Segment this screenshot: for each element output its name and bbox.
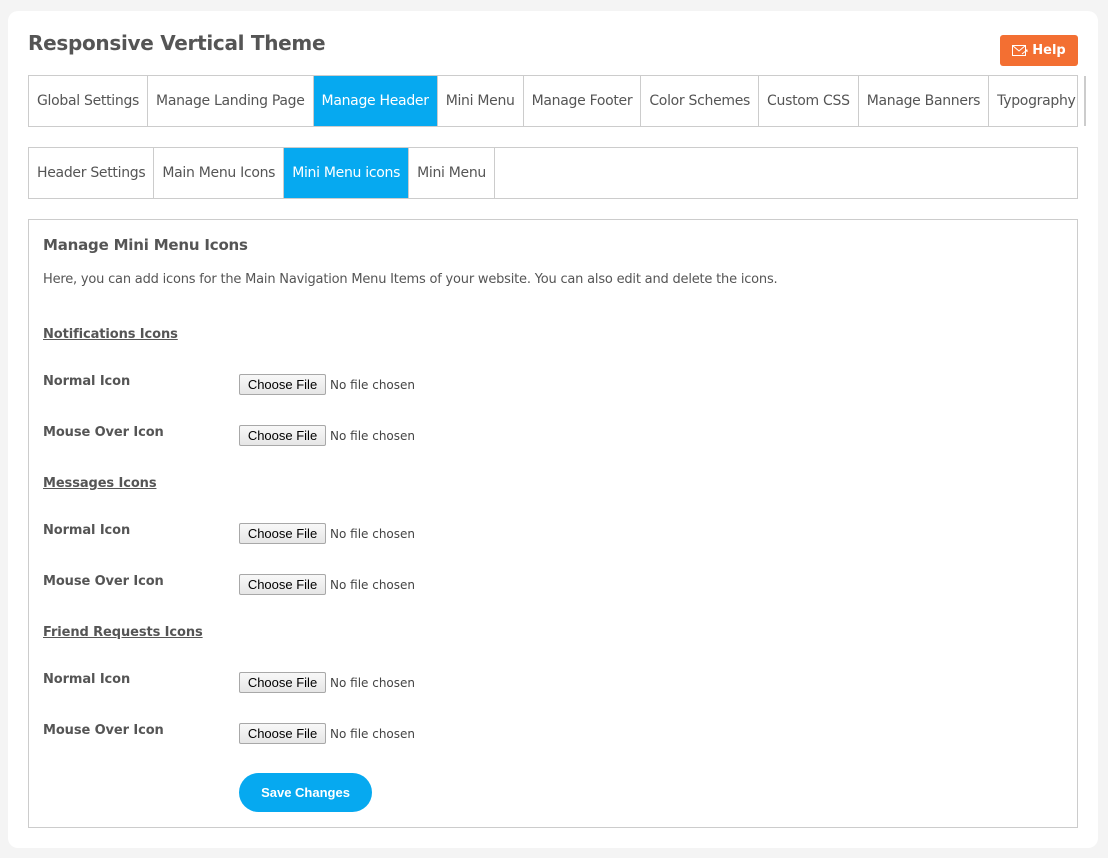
- messages-normal-icon-input[interactable]: Choose File No file chosen: [239, 523, 415, 544]
- tab-color-schemes[interactable]: Color Schemes: [641, 76, 760, 126]
- tab-custom-css[interactable]: Custom CSS: [759, 76, 859, 126]
- save-changes-button[interactable]: Save Changes: [239, 773, 372, 812]
- tab-global-settings[interactable]: Global Settings: [29, 76, 149, 126]
- tab-typography[interactable]: Typography: [989, 76, 1085, 126]
- choose-file-button[interactable]: Choose File: [239, 374, 326, 395]
- tab-manage-footer[interactable]: Manage Footer: [524, 76, 642, 126]
- file-status: No file chosen: [330, 726, 416, 741]
- subtab-mini-menu-icons[interactable]: Mini Menu icons: [284, 148, 410, 198]
- page-title: Responsive Vertical Theme: [28, 31, 326, 55]
- settings-card: Responsive Vertical Theme Help Global Se…: [8, 11, 1098, 848]
- section-heading-friend-requests: Friend Requests Icons: [43, 625, 203, 640]
- sub-tabs: Header Settings Main Menu Icons Mini Men…: [28, 147, 1078, 199]
- tab-manage-banners[interactable]: Manage Banners: [859, 76, 990, 126]
- help-button[interactable]: Help: [1000, 35, 1078, 66]
- file-status: No file chosen: [330, 675, 416, 690]
- panel-description: Here, you can add icons for the Main Nav…: [43, 272, 778, 287]
- subtab-mini-menu[interactable]: Mini Menu: [409, 148, 495, 198]
- tab-manage-landing-page[interactable]: Manage Landing Page: [148, 76, 314, 126]
- messages-mouseover-icon-input[interactable]: Choose File No file chosen: [239, 574, 415, 595]
- field-label: Normal Icon: [43, 523, 131, 538]
- file-status: No file chosen: [330, 428, 416, 443]
- choose-file-button[interactable]: Choose File: [239, 672, 326, 693]
- main-tabs: Global Settings Manage Landing Page Mana…: [28, 75, 1086, 127]
- panel-title: Manage Mini Menu Icons: [43, 236, 248, 254]
- notifications-mouseover-icon-input[interactable]: Choose File No file chosen: [239, 425, 415, 446]
- choose-file-button[interactable]: Choose File: [239, 523, 326, 544]
- mini-menu-icons-panel: Manage Mini Menu Icons Here, you can add…: [28, 219, 1078, 828]
- field-label: Normal Icon: [43, 672, 131, 687]
- file-status: No file chosen: [330, 526, 416, 541]
- tab-mini-menu[interactable]: Mini Menu: [438, 76, 524, 126]
- field-label: Mouse Over Icon: [43, 574, 164, 589]
- field-label: Mouse Over Icon: [43, 425, 164, 440]
- file-status: No file chosen: [330, 377, 416, 392]
- subtab-main-menu-icons[interactable]: Main Menu Icons: [154, 148, 285, 198]
- notifications-normal-icon-input[interactable]: Choose File No file chosen: [239, 374, 415, 395]
- friend-requests-mouseover-icon-input[interactable]: Choose File No file chosen: [239, 723, 415, 744]
- field-label: Mouse Over Icon: [43, 723, 164, 738]
- choose-file-button[interactable]: Choose File: [239, 723, 326, 744]
- tab-manage-header[interactable]: Manage Header: [313, 76, 438, 126]
- section-heading-notifications: Notifications Icons: [43, 327, 178, 342]
- subtab-header-settings[interactable]: Header Settings: [29, 148, 155, 198]
- section-heading-messages: Messages Icons: [43, 476, 157, 491]
- envelope-icon: [1012, 44, 1028, 57]
- tab-overflow-edge: [1084, 76, 1086, 126]
- field-label: Normal Icon: [43, 374, 131, 389]
- friend-requests-normal-icon-input[interactable]: Choose File No file chosen: [239, 672, 415, 693]
- help-label: Help: [1032, 43, 1066, 58]
- file-status: No file chosen: [330, 577, 416, 592]
- choose-file-button[interactable]: Choose File: [239, 425, 326, 446]
- choose-file-button[interactable]: Choose File: [239, 574, 326, 595]
